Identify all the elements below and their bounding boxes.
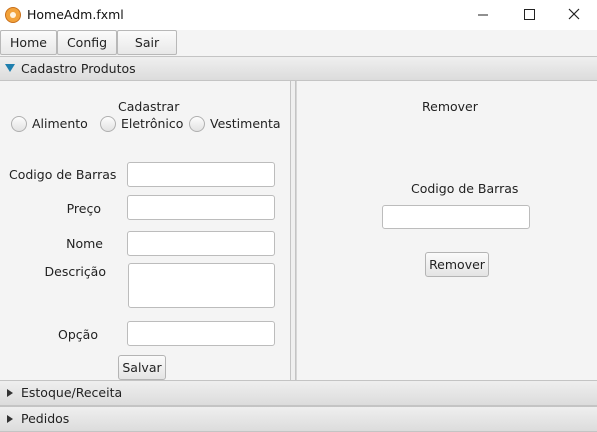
cadastrar-heading: Cadastrar	[118, 99, 180, 114]
home-button[interactable]: Home	[0, 30, 57, 55]
nome-input[interactable]	[127, 231, 275, 256]
remover-pane	[296, 81, 597, 380]
radio-label-vestimenta: Vestimenta	[210, 116, 281, 131]
maximize-icon	[524, 9, 535, 20]
nome-label: Nome	[66, 236, 103, 251]
preco-label: Preço	[66, 201, 101, 216]
minimize-button[interactable]	[460, 0, 506, 30]
radio-label-eletronico: Eletrônico	[121, 116, 184, 131]
accordion-pedidos[interactable]: Pedidos	[0, 406, 597, 432]
maximize-button[interactable]	[506, 0, 552, 30]
opcao-input[interactable]	[127, 321, 275, 346]
descricao-textarea[interactable]	[128, 263, 275, 308]
remover-heading: Remover	[422, 99, 478, 114]
chevron-right-icon	[7, 415, 13, 423]
descricao-label: Descrição	[44, 264, 107, 279]
accordion-estoque-receita[interactable]: Estoque/Receita	[0, 380, 597, 406]
salvar-button[interactable]: Salvar	[118, 355, 166, 380]
accordion-title: Cadastro Produtos	[21, 61, 136, 76]
remover-button[interactable]: Remover	[425, 252, 489, 277]
opcao-label: Opção	[58, 327, 98, 342]
codigo-barras-input[interactable]	[127, 162, 275, 187]
accordion-cadastro-produtos[interactable]: Cadastro Produtos	[0, 56, 597, 81]
close-button[interactable]	[551, 0, 597, 30]
remover-codigo-label: Codigo de Barras	[411, 181, 519, 196]
radio-label-alimento: Alimento	[32, 116, 88, 131]
radio-eletronico[interactable]	[100, 116, 116, 132]
remover-codigo-input[interactable]	[382, 205, 530, 229]
accordion-title: Pedidos	[21, 411, 70, 426]
chevron-right-icon	[7, 389, 13, 397]
sair-button[interactable]: Sair	[117, 30, 177, 55]
close-icon	[568, 8, 580, 20]
radio-alimento[interactable]	[11, 116, 27, 132]
accordion-title: Estoque/Receita	[21, 385, 123, 400]
config-button[interactable]: Config	[57, 30, 117, 55]
app-icon	[5, 7, 21, 23]
chevron-down-icon	[5, 64, 15, 72]
window-title: HomeAdm.fxml	[27, 7, 124, 22]
radio-vestimenta[interactable]	[189, 116, 205, 132]
preco-input[interactable]	[127, 195, 275, 220]
codigo-barras-label: Codigo de Barras	[9, 167, 117, 182]
minimize-icon	[478, 14, 488, 16]
